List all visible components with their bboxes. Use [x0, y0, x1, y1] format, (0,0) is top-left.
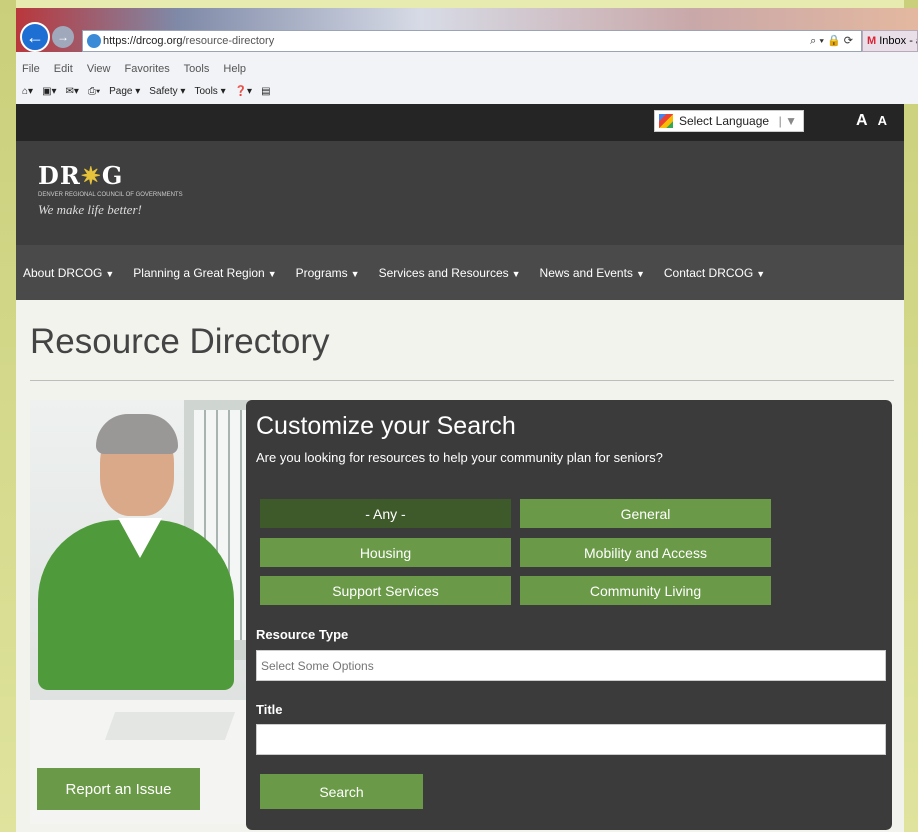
report-issue-button[interactable]: Report an Issue	[37, 768, 200, 810]
url-path: /resource-directory	[182, 35, 275, 47]
search-panel: Customize your Search Are you looking fo…	[246, 400, 892, 830]
title-label: Title	[256, 702, 283, 717]
back-arrow-icon[interactable]: ←	[20, 22, 50, 52]
logo-subtitle: DENVER REGIONAL COUNCIL OF GOVERNMENTS	[38, 192, 183, 198]
category-housing-button[interactable]: Housing	[260, 538, 511, 567]
category-support-services-button[interactable]: Support Services	[260, 576, 511, 605]
research-icon[interactable]: ▤	[261, 86, 270, 97]
font-size-controls: AA	[856, 112, 887, 130]
help-icon[interactable]: ❓▾	[235, 86, 252, 97]
logo-tagline: We make life better!	[38, 202, 142, 217]
resource-type-label: Resource Type	[256, 627, 349, 642]
search-panel-title: Customize your Search	[256, 412, 516, 440]
top-utility-bar: Select Language | ▼ AA	[16, 104, 904, 141]
dropdown-arrow-icon: | ▼	[778, 114, 797, 128]
nav-services[interactable]: Services and Resources ▼	[379, 266, 521, 280]
menu-tools[interactable]: Tools	[184, 63, 210, 75]
search-panel-subtitle: Are you looking for resources to help yo…	[256, 450, 663, 465]
logo-text-right: G	[101, 161, 124, 190]
category-any-button[interactable]: - Any -	[260, 499, 511, 528]
tools-menu[interactable]: Tools ▾	[194, 86, 225, 97]
menu-file[interactable]: File	[22, 63, 40, 75]
photo-hair	[96, 414, 178, 454]
gmail-icon: M	[867, 35, 877, 47]
chevron-down-icon: ▼	[511, 268, 521, 279]
forward-arrow-icon[interactable]: →	[52, 26, 74, 48]
font-small-button[interactable]: A	[878, 113, 887, 128]
chevron-down-icon: ▼	[267, 268, 277, 279]
menu-bar: File Edit View Favorites Tools Help	[22, 63, 257, 75]
senior-man-photo	[30, 400, 258, 824]
chevron-down-icon: ▼	[350, 268, 360, 279]
nav-contact[interactable]: Contact DRCOG ▼	[664, 266, 765, 280]
menu-view[interactable]: View	[87, 63, 111, 75]
category-community-living-button[interactable]: Community Living	[520, 576, 771, 605]
menu-favorites[interactable]: Favorites	[125, 63, 170, 75]
command-bar: ⌂▾ ▣▾ ✉▾ ⎙▾ Page ▾ Safety ▾ Tools ▾ ❓▾ ▤	[22, 86, 271, 97]
page-title: Resource Directory	[30, 322, 330, 361]
drcog-logo[interactable]: DR✷G DENVER REGIONAL COUNCIL OF GOVERNME…	[38, 161, 183, 218]
language-select[interactable]: Select Language | ▼	[654, 110, 804, 132]
address-bar[interactable]: https://drcog.org/resource-directory ⌕ ▾…	[82, 30, 862, 52]
print-icon[interactable]: ⎙▾	[88, 86, 100, 97]
font-large-button[interactable]: A	[856, 112, 868, 129]
chevron-down-icon: ▼	[105, 268, 115, 279]
tab-inbox-label: Inbox - a	[879, 35, 918, 47]
window-frame-left	[0, 0, 16, 832]
window-frame-right	[904, 0, 918, 832]
title-divider	[30, 380, 894, 381]
language-label: Select Language	[679, 114, 770, 128]
safety-menu[interactable]: Safety ▾	[149, 86, 185, 97]
main-nav: About DRCOG ▼ Planning a Great Region ▼ Pr…	[16, 245, 904, 300]
home-icon[interactable]: ⌂▾	[22, 86, 33, 97]
nav-news[interactable]: News and Events ▼	[540, 266, 645, 280]
nav-planning[interactable]: Planning a Great Region ▼	[133, 266, 276, 280]
address-tools-icons[interactable]: ⌕ ▾ 🔒 ⟳	[810, 31, 853, 51]
chevron-down-icon: ▼	[756, 268, 766, 279]
logo-star-icon: ✷	[80, 161, 102, 190]
tab-inbox[interactable]: M Inbox - a	[862, 30, 918, 52]
title-input[interactable]	[256, 724, 886, 755]
resource-type-input[interactable]	[256, 650, 886, 681]
menu-help[interactable]: Help	[223, 63, 246, 75]
feeds-icon[interactable]: ▣▾	[42, 86, 56, 97]
logo-text-left: DR	[38, 161, 81, 190]
mail-icon[interactable]: ✉▾	[66, 86, 79, 97]
chevron-down-icon: ▼	[635, 268, 645, 279]
site-header: DR✷G DENVER REGIONAL COUNCIL OF GOVERNME…	[16, 141, 904, 245]
globe-icon	[87, 34, 101, 48]
category-mobility-button[interactable]: Mobility and Access	[520, 538, 771, 567]
page-menu[interactable]: Page ▾	[109, 86, 140, 97]
browser-chrome: ← → https://drcog.org/resource-directory…	[16, 8, 918, 104]
google-translate-icon	[659, 114, 673, 128]
website: Select Language | ▼ AA DR✷G DENVER REGIO…	[16, 104, 904, 832]
search-button[interactable]: Search	[260, 774, 423, 809]
category-general-button[interactable]: General	[520, 499, 771, 528]
menu-edit[interactable]: Edit	[54, 63, 73, 75]
photo-keyboard	[104, 712, 236, 740]
url-host: https://drcog.org	[103, 35, 183, 47]
nav-about[interactable]: About DRCOG ▼	[23, 266, 114, 280]
nav-programs[interactable]: Programs ▼	[296, 266, 360, 280]
